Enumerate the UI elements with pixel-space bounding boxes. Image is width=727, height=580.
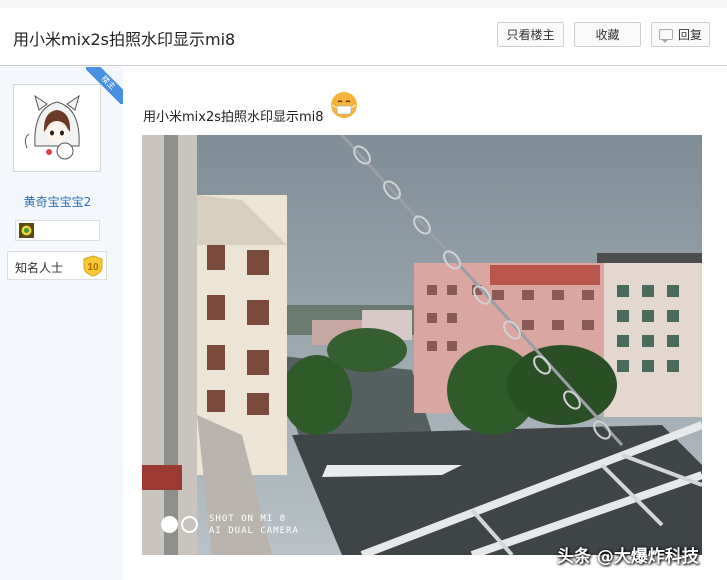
favorite-button[interactable]: 收藏 xyxy=(574,22,641,47)
post-body-text: 用小米mix2s拍照水印显示mi8 xyxy=(143,110,324,125)
only-op-button[interactable]: 只看楼主 xyxy=(497,22,564,47)
camera-logo-dot-filled xyxy=(161,516,178,533)
op-badge: 楼主 xyxy=(86,67,123,104)
camera-watermark: SHOT ON MI 8 AI DUAL CAMERA xyxy=(209,513,299,537)
thread-header: 用小米mix2s拍照水印显示mi8 只看楼主 收藏 回复 xyxy=(0,0,727,66)
top-strip xyxy=(0,0,727,8)
op-ribbon: 楼主 xyxy=(86,67,123,104)
rank-level-badge: 10 xyxy=(83,255,103,277)
sick-face-emoji-icon xyxy=(331,92,357,118)
rank-label: 知名人士 xyxy=(15,261,64,275)
medal-row xyxy=(15,220,100,241)
rank-level-number: 10 xyxy=(87,262,99,273)
author-username[interactable]: 黄奇宝宝宝2 xyxy=(0,193,115,210)
camera-watermark-line2: AI DUAL CAMERA xyxy=(209,526,299,536)
source-watermark: 头条 @大爆炸科技 xyxy=(557,547,699,567)
rank-row: 知名人士 10 xyxy=(7,251,107,280)
post-photo[interactable]: SHOT ON MI 8 AI DUAL CAMERA xyxy=(142,135,702,555)
reply-icon xyxy=(658,29,673,43)
avatar-image xyxy=(17,88,97,168)
camera-watermark-line1: SHOT ON MI 8 xyxy=(209,514,287,524)
thread-title: 用小米mix2s拍照水印显示mi8 xyxy=(13,30,236,49)
reply-button-label: 回复 xyxy=(677,28,702,42)
author-sidebar: 楼主 黄奇宝宝宝2 知名人士 10 xyxy=(0,67,123,580)
reply-button[interactable]: 回复 xyxy=(651,22,710,47)
street-photo-image xyxy=(142,135,702,555)
medal-icon[interactable] xyxy=(19,223,34,238)
thread-page: 用小米mix2s拍照水印显示mi8 只看楼主 收藏 回复 楼主 黄奇宝宝宝2 知… xyxy=(0,0,727,580)
camera-logo-dot-outline xyxy=(181,516,198,533)
